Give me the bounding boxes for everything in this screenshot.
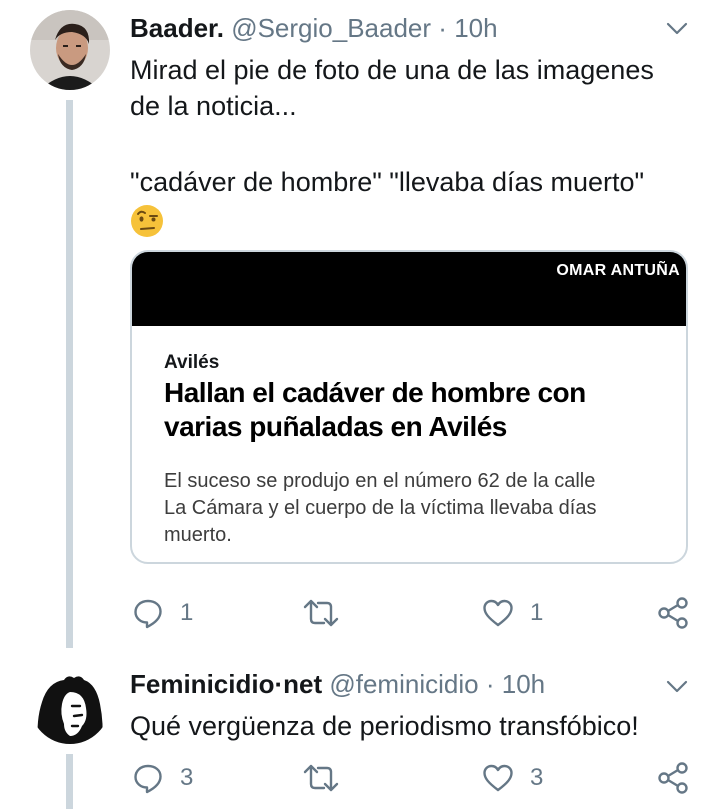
heart-icon xyxy=(483,599,513,627)
chevron-down-icon[interactable] xyxy=(666,680,688,694)
retweet-button[interactable] xyxy=(302,758,356,798)
card-description: El suceso se produjo en el número 62 de … xyxy=(164,468,656,549)
share-button[interactable] xyxy=(656,758,690,798)
like-button[interactable]: 1 xyxy=(482,593,543,633)
tweet-actions: 3 3 xyxy=(130,758,690,798)
card-description-line: muerto. xyxy=(164,524,232,546)
share-icon xyxy=(658,762,688,794)
timestamp[interactable]: 10h xyxy=(502,669,545,699)
chevron-down-icon[interactable] xyxy=(666,22,688,36)
tweet-text-line: "cadáver de hombre" "llevaba días muerto… xyxy=(130,167,645,197)
thread-line xyxy=(66,100,73,648)
like-count: 3 xyxy=(530,764,544,791)
link-card[interactable]: OMAR ANTUÑA Avilés Hallan el cadáver de … xyxy=(130,250,688,564)
card-description-line: El suceso se produjo en el número 62 de … xyxy=(164,470,596,492)
tweet-header: Feminicidio·net @feminicidio · 10h xyxy=(130,668,650,700)
card-description-line: La Cámara y el cuerpo de la víctima llev… xyxy=(164,497,597,519)
like-count: 1 xyxy=(530,599,544,626)
retweet-icon xyxy=(303,599,339,627)
heart-icon xyxy=(483,764,513,792)
tweet-actions: 1 1 xyxy=(130,593,690,633)
reply-button[interactable]: 1 xyxy=(132,593,193,633)
share-icon xyxy=(658,597,688,629)
tweet-header: Baader. @Sergio_Baader · 10h xyxy=(130,12,650,44)
like-button[interactable]: 3 xyxy=(482,758,543,798)
chat-bubble-icon xyxy=(134,599,162,629)
separator: · xyxy=(485,669,495,699)
thread-line xyxy=(66,754,73,809)
reply-count: 1 xyxy=(180,599,194,626)
avatar[interactable] xyxy=(30,664,110,744)
user-handle[interactable]: @Sergio_Baader xyxy=(231,13,431,43)
tweet-text-line: Qué vergüenza de periodismo transfóbico! xyxy=(130,711,639,741)
card-title-line: Hallan el cadáver de hombre con xyxy=(164,377,586,408)
reply-count: 3 xyxy=(180,764,194,791)
card-section: Avilés xyxy=(164,352,220,373)
card-title: Hallan el cadáver de hombre con varias p… xyxy=(164,376,656,444)
reply-button[interactable]: 3 xyxy=(132,758,193,798)
display-name[interactable]: Feminicidio·net xyxy=(130,669,322,699)
tweet-text: Mirad el pie de foto de una de las image… xyxy=(130,52,684,238)
user-handle[interactable]: @feminicidio xyxy=(329,669,478,699)
avatar-image xyxy=(30,664,110,744)
avatar[interactable] xyxy=(30,10,110,90)
display-name[interactable]: Baader. xyxy=(130,13,224,43)
tweet[interactable]: Baader. @Sergio_Baader · 10h Mirad el pi… xyxy=(0,0,720,648)
timestamp[interactable]: 10h xyxy=(454,13,497,43)
tweet[interactable]: Feminicidio·net @feminicidio · 10h Qué v… xyxy=(0,648,720,809)
separator: · xyxy=(438,13,447,43)
tweet-text-line: Mirad el pie de foto de una de las image… xyxy=(130,55,654,85)
retweet-icon xyxy=(303,764,339,792)
card-image-credit: OMAR ANTUÑA xyxy=(556,262,680,279)
card-title-line: varias puñaladas en Avilés xyxy=(164,411,507,442)
card-image: OMAR ANTUÑA xyxy=(132,252,686,326)
avatar-image xyxy=(30,10,110,90)
tweet-text: Qué vergüenza de periodismo transfóbico! xyxy=(130,708,684,744)
tweet-text-line: de la noticia... xyxy=(130,91,297,121)
retweet-button[interactable] xyxy=(302,593,356,633)
raised-eyebrow-emoji-icon xyxy=(131,204,163,237)
share-button[interactable] xyxy=(656,593,690,633)
chat-bubble-icon xyxy=(134,764,162,794)
